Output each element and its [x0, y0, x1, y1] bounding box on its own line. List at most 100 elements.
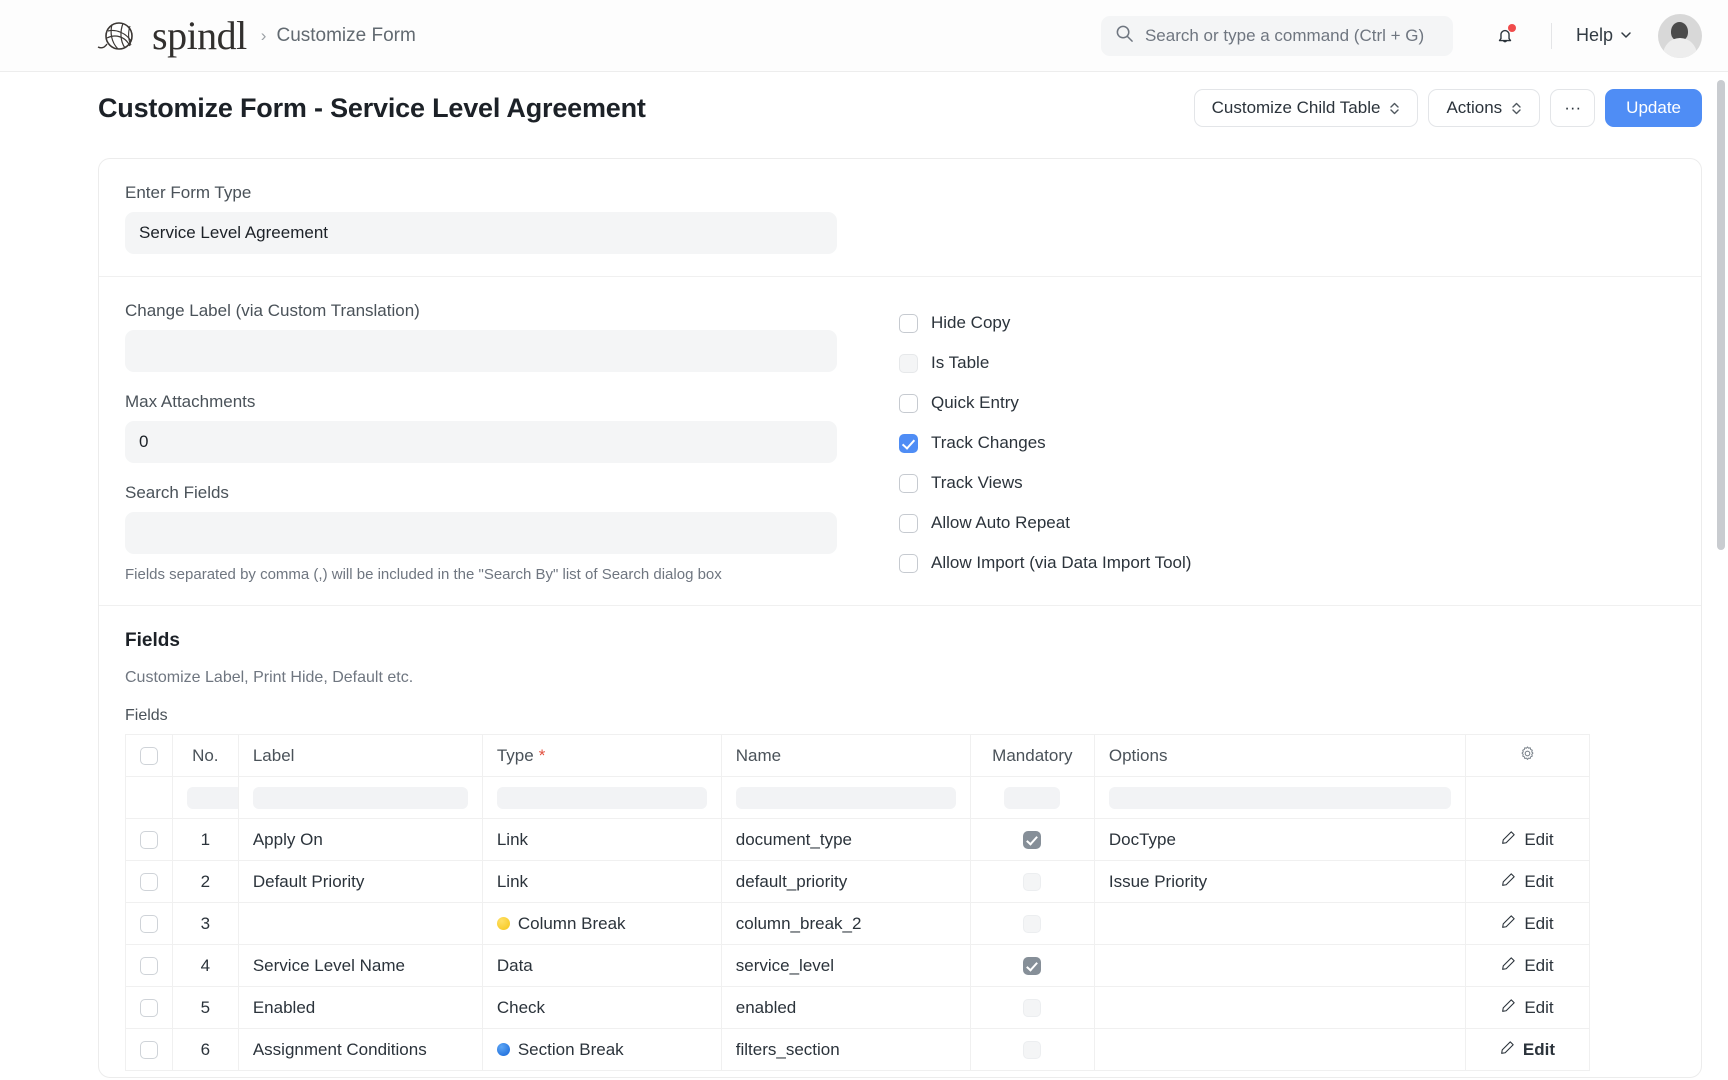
cell-label[interactable]: Service Level Name	[238, 945, 482, 987]
property-checkbox[interactable]	[899, 394, 918, 413]
cell-type[interactable]: Link	[482, 861, 721, 903]
cell-options[interactable]	[1094, 987, 1465, 1029]
actions-button[interactable]: Actions	[1428, 89, 1540, 127]
property-checkbox-row[interactable]: Track Views	[899, 463, 1675, 503]
mandatory-checkbox[interactable]	[1023, 999, 1041, 1017]
mandatory-checkbox[interactable]	[1023, 873, 1041, 891]
cell-name[interactable]: filters_section	[721, 1029, 970, 1071]
cell-type[interactable]: Check	[482, 987, 721, 1029]
cell-options[interactable]: DocType	[1094, 819, 1465, 861]
column-header-label[interactable]: Label	[238, 735, 482, 777]
update-button[interactable]: Update	[1605, 89, 1702, 127]
edit-button[interactable]: Edit	[1501, 830, 1553, 850]
property-checkbox-row[interactable]: Is Table	[899, 343, 1675, 383]
gear-icon[interactable]	[1519, 747, 1536, 766]
cell-label[interactable]: Enabled	[238, 987, 482, 1029]
edit-button[interactable]: Edit	[1501, 872, 1553, 892]
cell-label[interactable]: Default Priority	[238, 861, 482, 903]
cell-type[interactable]: Section Break	[482, 1029, 721, 1071]
row-checkbox[interactable]	[140, 1041, 158, 1059]
row-select-cell[interactable]	[126, 987, 173, 1029]
mandatory-checkbox[interactable]	[1023, 831, 1041, 849]
cell-options[interactable]: Issue Priority	[1094, 861, 1465, 903]
cell-label[interactable]: Apply On	[238, 819, 482, 861]
cell-label[interactable]: Assignment Conditions	[238, 1029, 482, 1071]
row-select-cell[interactable]	[126, 945, 173, 987]
brand[interactable]: spindl	[96, 13, 247, 59]
avatar[interactable]	[1658, 14, 1702, 58]
edit-button[interactable]: Edit	[1501, 914, 1553, 934]
search-fields-input[interactable]	[125, 512, 837, 554]
property-checkbox-row[interactable]: Hide Copy	[899, 303, 1675, 343]
help-menu[interactable]: Help	[1570, 21, 1638, 50]
table-row[interactable]: 3Column Breakcolumn_break_2Edit	[126, 903, 1590, 945]
cell-edit[interactable]: Edit	[1465, 1029, 1589, 1071]
cell-name[interactable]: service_level	[721, 945, 970, 987]
column-header-options[interactable]: Options	[1094, 735, 1465, 777]
edit-button[interactable]: Edit	[1501, 956, 1553, 976]
column-header-name[interactable]: Name	[721, 735, 970, 777]
column-header-mandatory[interactable]: Mandatory	[970, 735, 1094, 777]
property-checkbox-row[interactable]: Track Changes	[899, 423, 1675, 463]
select-all-header[interactable]	[126, 735, 173, 777]
row-checkbox[interactable]	[140, 831, 158, 849]
table-row[interactable]: 4Service Level NameDataservice_levelEdit	[126, 945, 1590, 987]
cell-edit[interactable]: Edit	[1465, 945, 1589, 987]
cell-options[interactable]	[1094, 1029, 1465, 1071]
column-header-type[interactable]: Type*	[482, 735, 721, 777]
cell-edit[interactable]: Edit	[1465, 819, 1589, 861]
filter-mandatory[interactable]	[970, 777, 1094, 819]
cell-name[interactable]: document_type	[721, 819, 970, 861]
mandatory-checkbox[interactable]	[1023, 1041, 1041, 1059]
change-label-input[interactable]	[125, 330, 837, 372]
property-checkbox[interactable]	[899, 474, 918, 493]
row-select-cell[interactable]	[126, 819, 173, 861]
cell-options[interactable]	[1094, 945, 1465, 987]
cell-edit[interactable]: Edit	[1465, 987, 1589, 1029]
row-select-cell[interactable]	[126, 903, 173, 945]
filter-no[interactable]	[172, 777, 238, 819]
table-row[interactable]: 2Default PriorityLinkdefault_priorityIss…	[126, 861, 1590, 903]
notifications-button[interactable]	[1487, 18, 1523, 54]
edit-button[interactable]: Edit	[1500, 1040, 1555, 1060]
filter-options[interactable]	[1094, 777, 1465, 819]
filter-type[interactable]	[482, 777, 721, 819]
row-checkbox[interactable]	[140, 999, 158, 1017]
property-checkbox[interactable]	[899, 314, 918, 333]
cell-name[interactable]: column_break_2	[721, 903, 970, 945]
filter-label[interactable]	[238, 777, 482, 819]
cell-type[interactable]: Column Break	[482, 903, 721, 945]
select-all-checkbox[interactable]	[140, 747, 158, 765]
row-checkbox[interactable]	[140, 915, 158, 933]
table-row[interactable]: 5EnabledCheckenabledEdit	[126, 987, 1590, 1029]
cell-edit[interactable]: Edit	[1465, 903, 1589, 945]
column-header-no[interactable]: No.	[172, 735, 238, 777]
cell-mandatory[interactable]	[970, 861, 1094, 903]
property-checkbox-row[interactable]: Quick Entry	[899, 383, 1675, 423]
more-options-button[interactable]: ···	[1550, 89, 1595, 127]
cell-label[interactable]	[238, 903, 482, 945]
property-checkbox[interactable]	[899, 554, 918, 573]
row-checkbox[interactable]	[140, 873, 158, 891]
cell-mandatory[interactable]	[970, 987, 1094, 1029]
mandatory-checkbox[interactable]	[1023, 957, 1041, 975]
cell-name[interactable]: enabled	[721, 987, 970, 1029]
cell-name[interactable]: default_priority	[721, 861, 970, 903]
customize-child-table-button[interactable]: Customize Child Table	[1194, 89, 1419, 127]
mandatory-checkbox[interactable]	[1023, 915, 1041, 933]
row-select-cell[interactable]	[126, 1029, 173, 1071]
property-checkbox[interactable]	[899, 434, 918, 453]
max-attachments-input[interactable]: 0	[125, 421, 837, 463]
table-row[interactable]: 1Apply OnLinkdocument_typeDocTypeEdit	[126, 819, 1590, 861]
filter-name[interactable]	[721, 777, 970, 819]
cell-mandatory[interactable]	[970, 819, 1094, 861]
cell-options[interactable]	[1094, 903, 1465, 945]
row-checkbox[interactable]	[140, 957, 158, 975]
column-settings-header[interactable]	[1465, 735, 1589, 777]
form-type-input[interactable]: Service Level Agreement	[125, 212, 837, 254]
row-select-cell[interactable]	[126, 861, 173, 903]
search-input[interactable]: Search or type a command (Ctrl + G)	[1101, 16, 1453, 56]
cell-mandatory[interactable]	[970, 903, 1094, 945]
cell-mandatory[interactable]	[970, 945, 1094, 987]
cell-edit[interactable]: Edit	[1465, 861, 1589, 903]
